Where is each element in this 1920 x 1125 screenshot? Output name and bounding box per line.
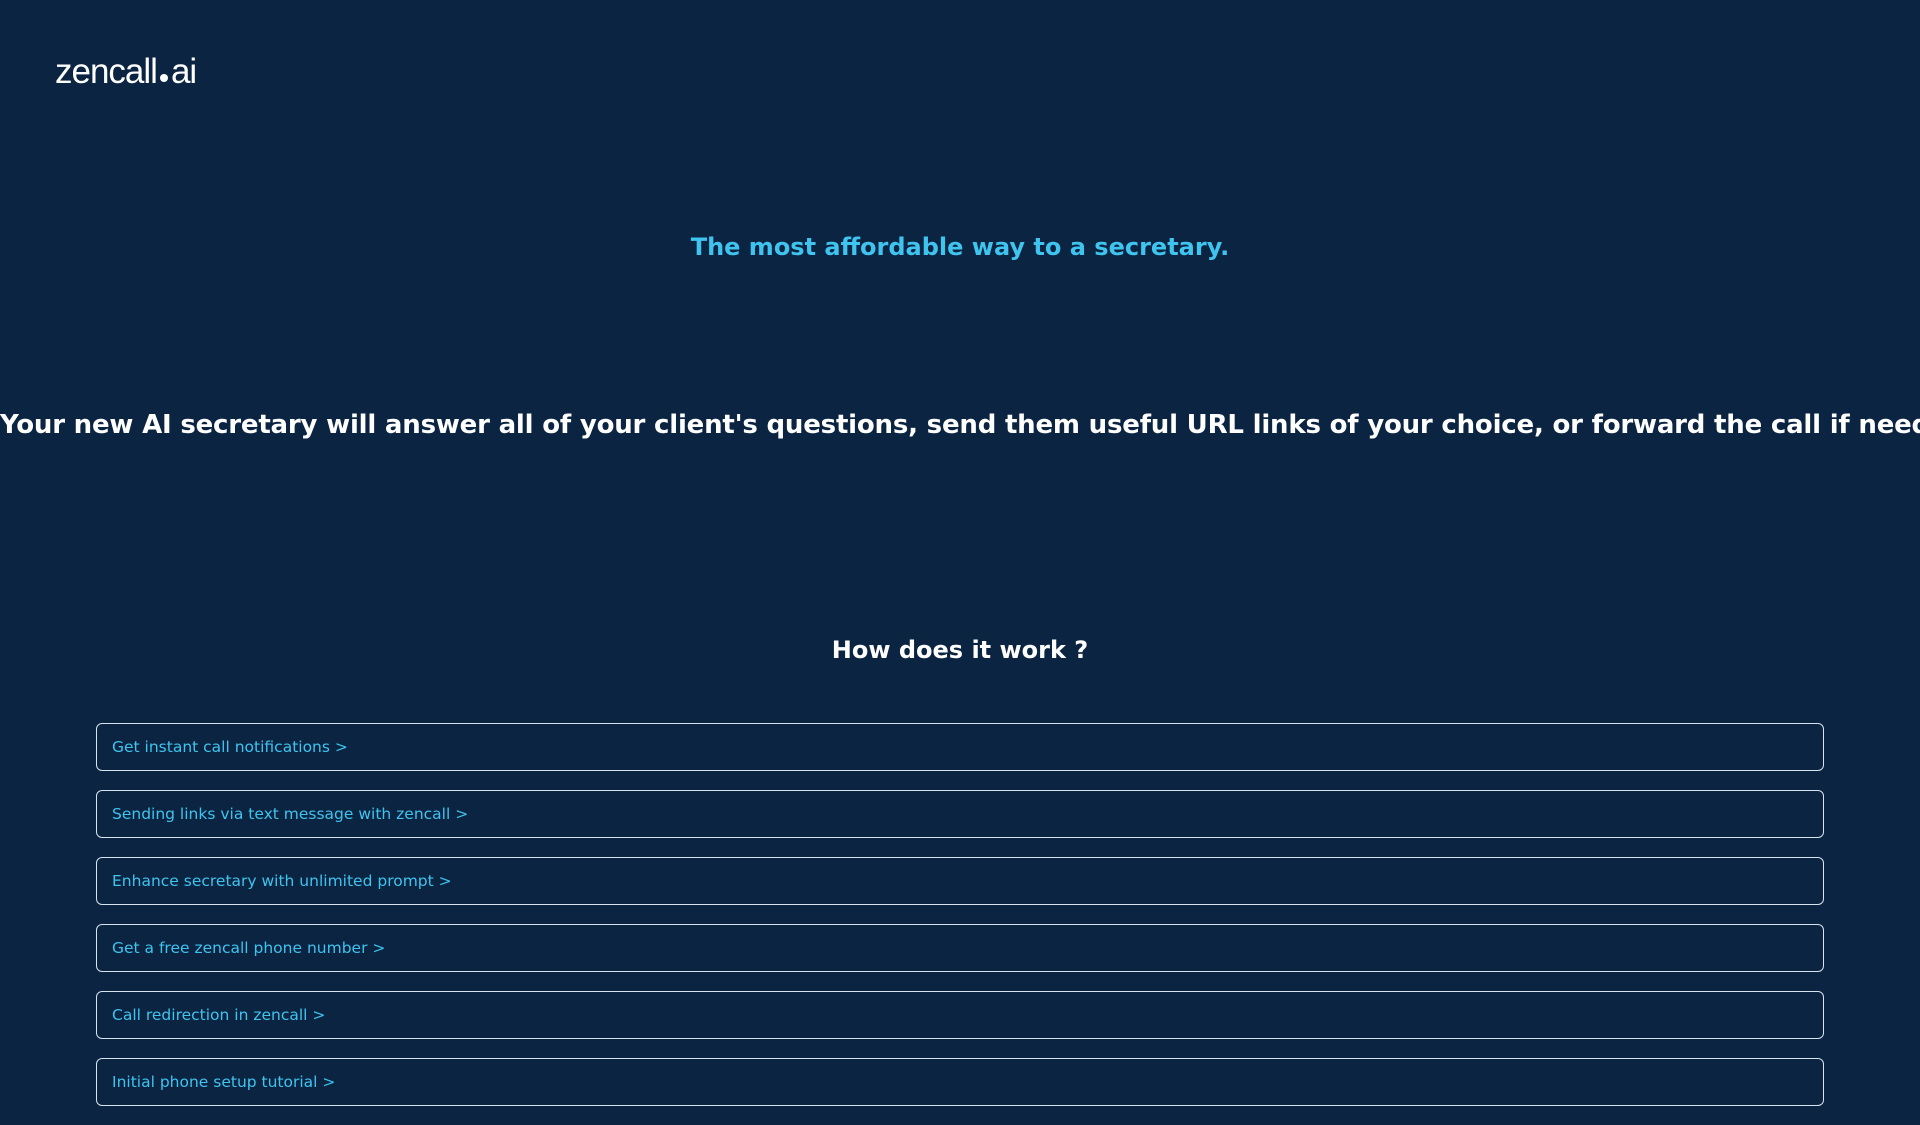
faq-item-label: Enhance secretary with unlimited prompt … — [112, 872, 452, 890]
faq-item-unlimited-prompt[interactable]: Enhance secretary with unlimited prompt … — [96, 857, 1824, 905]
hero-intro: Your new AI secretary will answer all of… — [0, 410, 1920, 440]
faq-item-phone-setup-tutorial[interactable]: Initial phone setup tutorial > — [96, 1058, 1824, 1106]
faq-item-label: Get instant call notifications > — [112, 738, 348, 756]
logo-text: zencall — [55, 52, 158, 91]
logo-suffix: ai — [170, 52, 197, 91]
faq-item-label: Initial phone setup tutorial > — [112, 1073, 336, 1091]
faq-item-free-phone-number[interactable]: Get a free zencall phone number > — [96, 924, 1824, 972]
hero-tagline: The most affordable way to a secretary. — [690, 233, 1230, 261]
faq-item-sending-links[interactable]: Sending links via text message with zenc… — [96, 790, 1824, 838]
brand-logo[interactable]: zencall ai — [55, 52, 197, 92]
logo-dot — [159, 74, 168, 82]
faq-item-call-notifications[interactable]: Get instant call notifications > — [96, 723, 1824, 771]
faq-item-label: Get a free zencall phone number > — [112, 939, 386, 957]
how-it-works-list: Get instant call notifications > Sending… — [96, 723, 1824, 1125]
faq-item-call-redirection[interactable]: Call redirection in zencall > — [96, 991, 1824, 1039]
faq-item-label: Call redirection in zencall > — [112, 1006, 326, 1024]
faq-item-label: Sending links via text message with zenc… — [112, 805, 469, 823]
how-it-works-heading: How does it work ? — [831, 636, 1089, 664]
